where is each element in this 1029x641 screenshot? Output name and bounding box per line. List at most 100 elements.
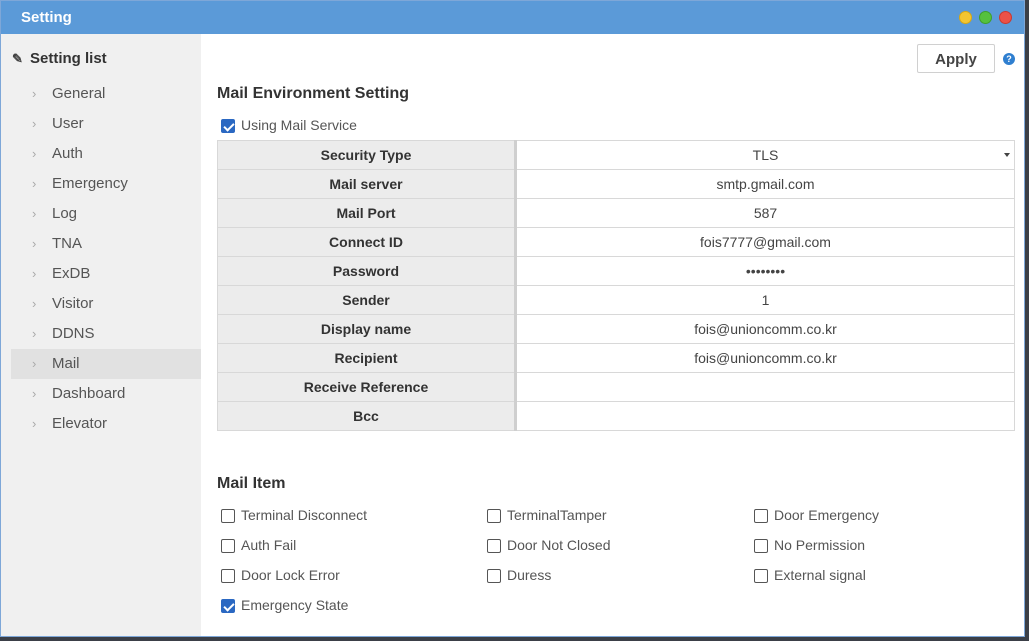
form-row: Security Type TLS [217, 140, 1015, 170]
using-mail-service-checkbox[interactable]: Using Mail Service [221, 115, 357, 135]
field-input[interactable]: smtp.gmail.com [515, 169, 1015, 199]
chevron-right-icon: › [32, 236, 37, 251]
sidebar-item-tna[interactable]: › TNA [11, 229, 201, 259]
field-label: Connect ID [217, 227, 517, 257]
sidebar-item-dashboard[interactable]: › Dashboard [11, 379, 201, 409]
checkbox-icon[interactable] [754, 569, 768, 583]
sidebar-item-label: Visitor [52, 295, 94, 312]
field-input[interactable]: fois7777@gmail.com [515, 227, 1015, 257]
field-label: Display name [217, 314, 517, 344]
form-row: Password •••••••• [217, 256, 1015, 286]
checkbox-icon[interactable] [221, 599, 235, 613]
mail-item-checkbox[interactable]: Door Not Closed [487, 535, 611, 555]
sidebar-item-exdb[interactable]: › ExDB [11, 259, 201, 289]
field-label: Sender [217, 285, 517, 315]
field-label: Security Type [217, 140, 517, 170]
mail-item-checkbox[interactable]: No Permission [754, 535, 865, 555]
form-row: Recipient fois@unioncomm.co.kr [217, 343, 1015, 373]
form-row: Display name fois@unioncomm.co.kr [217, 314, 1015, 344]
field-value: fois@unioncomm.co.kr [694, 321, 837, 337]
sidebar-item-user[interactable]: › User [11, 109, 201, 139]
field-label: Bcc [217, 401, 517, 431]
maximize-icon[interactable] [979, 11, 992, 24]
mail-item-label: Door Not Closed [507, 537, 611, 553]
checkbox-icon[interactable] [221, 569, 235, 583]
field-input[interactable]: 587 [515, 198, 1015, 228]
chevron-right-icon: › [32, 116, 37, 131]
form-row: Mail Port 587 [217, 198, 1015, 228]
help-icon[interactable]: ? [1003, 53, 1015, 65]
mail-item-checkbox[interactable]: Duress [487, 565, 551, 585]
minimize-icon[interactable] [959, 11, 972, 24]
field-input[interactable]: fois@unioncomm.co.kr [515, 343, 1015, 373]
form-row: Connect ID fois7777@gmail.com [217, 227, 1015, 257]
mail-item-checkbox[interactable]: Door Lock Error [221, 565, 340, 585]
sidebar-item-visitor[interactable]: › Visitor [11, 289, 201, 319]
mail-item-checkbox[interactable]: Door Emergency [754, 505, 879, 525]
form-row: Sender 1 [217, 285, 1015, 315]
sidebar-item-label: DDNS [52, 325, 95, 342]
field-label: Mail server [217, 169, 517, 199]
checkbox-icon[interactable] [221, 539, 235, 553]
checkbox-icon[interactable] [487, 509, 501, 523]
chevron-right-icon: › [32, 356, 37, 371]
checkbox-icon[interactable] [487, 569, 501, 583]
field-input[interactable]: •••••••• [515, 256, 1015, 286]
sidebar-item-ddns[interactable]: › DDNS [11, 319, 201, 349]
sidebar-item-label: Elevator [52, 415, 108, 432]
mail-item-label: Duress [507, 567, 552, 583]
close-icon[interactable] [999, 11, 1012, 24]
sidebar-item-label: ExDB [52, 265, 91, 282]
mail-environment-title: Mail Environment Setting [217, 85, 410, 102]
edit-list-icon: ✎ [12, 51, 23, 66]
title-bar[interactable]: Setting [1, 1, 1024, 34]
field-input[interactable]: 1 [515, 285, 1015, 315]
mail-item-label: Auth Fail [241, 537, 297, 553]
settings-window: Setting ✎ Setting list › General › User › Auth… [0, 0, 1025, 637]
form-row: Receive Reference [217, 372, 1015, 402]
caret-down-icon[interactable] [1004, 153, 1010, 157]
checkbox-icon[interactable] [754, 539, 768, 553]
field-label: Password [217, 256, 517, 286]
mail-item-title: Mail Item [217, 475, 286, 492]
mail-item-checkbox[interactable]: Auth Fail [221, 535, 296, 555]
sidebar-item-label: TNA [52, 235, 82, 252]
field-input[interactable] [515, 372, 1015, 402]
field-input[interactable] [515, 401, 1015, 431]
mail-item-checkbox[interactable]: TerminalTamper [487, 505, 607, 525]
mail-item-label: Terminal Disconnect [241, 507, 368, 523]
sidebar-item-label: General [52, 85, 106, 102]
sidebar-item-log[interactable]: › Log [11, 199, 201, 229]
mail-item-label: Door Emergency [774, 507, 880, 523]
chevron-right-icon: › [32, 326, 37, 341]
sidebar-item-label: Emergency [52, 175, 128, 192]
sidebar-item-label: User [52, 115, 84, 132]
checkbox-icon[interactable] [221, 509, 235, 523]
apply-button[interactable]: Apply [917, 44, 995, 73]
sidebar-item-auth[interactable]: › Auth [11, 139, 201, 169]
chevron-right-icon: › [32, 296, 37, 311]
checkbox-icon[interactable] [221, 119, 235, 133]
mail-item-label: Door Lock Error [241, 567, 340, 583]
mail-item-checkbox[interactable]: External signal [754, 565, 866, 585]
sidebar-item-elevator[interactable]: › Elevator [11, 409, 201, 439]
sidebar-item-general[interactable]: › General [11, 79, 201, 109]
sidebar-item-emergency[interactable]: › Emergency [11, 169, 201, 199]
mail-item-checkbox[interactable]: Terminal Disconnect [221, 505, 367, 525]
security-type-select[interactable]: TLS [515, 140, 1015, 170]
sidebar-item-label: Dashboard [52, 385, 126, 402]
field-value: smtp.gmail.com [716, 176, 815, 192]
setting-list: › General › User › Auth › Emergency › Log › TNA › ExD… [11, 79, 201, 439]
field-label: Receive Reference [217, 372, 517, 402]
sidebar-item-mail[interactable]: › Mail [11, 349, 201, 379]
sidebar-item-label: Mail [52, 355, 80, 372]
mail-item-checkbox[interactable]: Emergency State [221, 595, 348, 615]
field-value: fois@unioncomm.co.kr [694, 350, 837, 366]
chevron-right-icon: › [32, 86, 37, 101]
chevron-right-icon: › [32, 176, 37, 191]
checkbox-icon[interactable] [754, 509, 768, 523]
form-row: Mail server smtp.gmail.com [217, 169, 1015, 199]
field-input[interactable]: fois@unioncomm.co.kr [515, 314, 1015, 344]
checkbox-icon[interactable] [487, 539, 501, 553]
chevron-right-icon: › [32, 416, 37, 431]
